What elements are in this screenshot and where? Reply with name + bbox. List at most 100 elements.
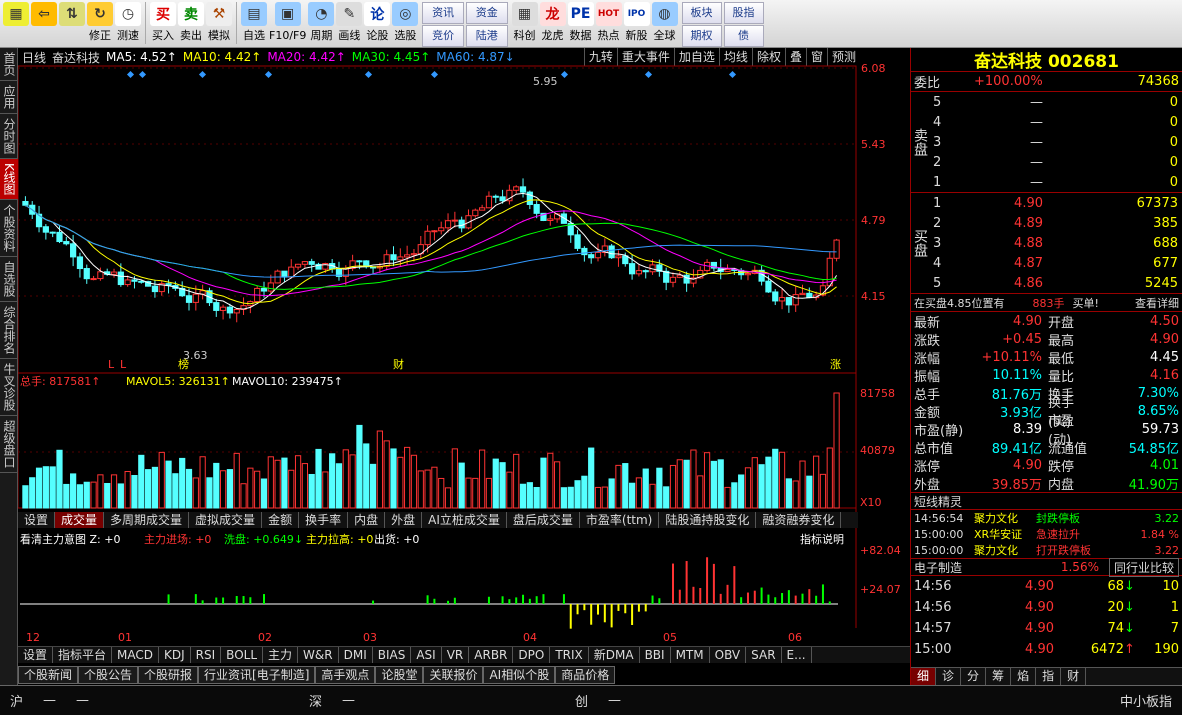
industry-compare-button[interactable]: 同行业比较 bbox=[1108, 557, 1179, 577]
quick2-0[interactable]: 板块 bbox=[681, 2, 722, 24]
cycle-button[interactable]: ◔ 周期 bbox=[308, 2, 335, 43]
revise-button[interactable]: ↻ 修正 bbox=[87, 2, 113, 43]
indicator-tab-18[interactable]: OBV bbox=[710, 647, 747, 663]
quick2-2[interactable]: 期权 bbox=[681, 25, 722, 47]
indicator-tab-11[interactable]: VR bbox=[442, 647, 470, 663]
quick-1[interactable]: 资金 bbox=[465, 2, 508, 24]
indicator-tab-8[interactable]: DMI bbox=[339, 647, 373, 663]
indicator-tab-5[interactable]: BOLL bbox=[221, 647, 264, 663]
order-info: 在买盘4.85位置有 883手 买单! 查看详细 bbox=[911, 294, 1182, 312]
subtab-0[interactable]: 设置 bbox=[18, 512, 56, 528]
data-button[interactable]: PE 数据 bbox=[567, 2, 594, 43]
indicator-tab-4[interactable]: RSI bbox=[191, 647, 222, 663]
subtab-2[interactable]: 多周期成交量 bbox=[104, 512, 190, 528]
hammer-button[interactable]: ⚒ 模拟 bbox=[206, 2, 232, 43]
quick2-1[interactable]: 股指 bbox=[723, 2, 764, 24]
draw-button[interactable]: ✎ 画线 bbox=[336, 2, 363, 43]
indicator-tab-0[interactable]: 设置 bbox=[18, 647, 54, 663]
leftnav-item-6[interactable]: 综合排名 bbox=[0, 302, 18, 359]
quick-3[interactable]: 陆港 bbox=[465, 25, 508, 47]
news-tab-4[interactable]: 高手观点 bbox=[315, 666, 376, 684]
subtab-9[interactable]: 盘后成交量 bbox=[507, 512, 580, 528]
right-tab-2[interactable]: 分 bbox=[961, 668, 987, 685]
forum-button[interactable]: 论论股 bbox=[364, 2, 391, 43]
news-tab-8[interactable]: 商品价格 bbox=[555, 666, 616, 684]
short-row[interactable]: 15:00:00 聚力文化 打开跌停板 3.22 bbox=[911, 542, 1182, 558]
news-tab-2[interactable]: 个股研报 bbox=[138, 666, 199, 684]
buy-button[interactable]: 买买入 bbox=[150, 2, 176, 43]
right-tab-6[interactable]: 财 bbox=[1061, 668, 1087, 685]
right-tab-1[interactable]: 诊 bbox=[936, 668, 962, 685]
leftnav-item-2[interactable]: 分时图 bbox=[0, 114, 18, 159]
news-tab-3[interactable]: 行业资讯[电子制造] bbox=[198, 666, 316, 684]
indicator-tab-9[interactable]: BIAS bbox=[373, 647, 412, 663]
quick-2[interactable]: 竞价 bbox=[422, 25, 464, 47]
indicator-tab-20[interactable]: E... bbox=[782, 647, 812, 663]
status-item-5[interactable]: 创 bbox=[565, 691, 598, 710]
watchlist-button[interactable]: ▤ 自选 bbox=[241, 2, 267, 43]
sell-button[interactable]: 卖卖出 bbox=[178, 2, 204, 43]
news-tab-6[interactable]: 关联报价 bbox=[423, 666, 484, 684]
subtab-3[interactable]: 虚拟成交量 bbox=[189, 512, 263, 528]
leftnav-item-3[interactable]: K线图 bbox=[0, 159, 18, 200]
subtab-4[interactable]: 金额 bbox=[262, 512, 300, 528]
leftnav-item-4[interactable]: 个股资料 bbox=[0, 200, 18, 257]
indicator-tab-7[interactable]: W&R bbox=[298, 647, 339, 663]
news-tab-5[interactable]: 论股堂 bbox=[375, 666, 424, 684]
indicator-tab-2[interactable]: MACD bbox=[112, 647, 160, 663]
quick2-3[interactable]: 债 bbox=[723, 25, 764, 47]
indicator-tab-14[interactable]: TRIX bbox=[550, 647, 589, 663]
indicator-tab-16[interactable]: BBI bbox=[640, 647, 671, 663]
news-tab-7[interactable]: AI相似个股 bbox=[483, 666, 556, 684]
indicator-tab-17[interactable]: MTM bbox=[671, 647, 710, 663]
news-tab-0[interactable]: 个股新闻 bbox=[18, 666, 79, 684]
leftnav-item-7[interactable]: 牛叉诊股 bbox=[0, 359, 18, 416]
subtab-1[interactable]: 成交量 bbox=[55, 512, 105, 528]
hot-button[interactable]: HOT 热点 bbox=[595, 2, 622, 43]
subtab-8[interactable]: AI立桩成交量 bbox=[422, 512, 507, 528]
science-button[interactable]: ▦ 科创 bbox=[511, 2, 538, 43]
short-title-text[interactable]: 短线精灵 bbox=[914, 493, 962, 510]
subtab-10[interactable]: 市盈率(ttm) bbox=[580, 512, 660, 528]
subtab-12[interactable]: 融资融券变化 bbox=[756, 512, 842, 528]
subtab-11[interactable]: 陆股通持股变化 bbox=[659, 512, 757, 528]
status-item-7[interactable]: 中小板指 bbox=[1110, 691, 1182, 710]
right-tab-5[interactable]: 指 bbox=[1036, 668, 1062, 685]
indicator-tab-13[interactable]: DPO bbox=[513, 647, 551, 663]
indicator-tab-1[interactable]: 指标平台 bbox=[53, 647, 113, 663]
back-button[interactable]: ⇦ bbox=[31, 2, 57, 26]
indicator-tab-6[interactable]: 主力 bbox=[263, 647, 299, 663]
f10-button[interactable]: ▣ F10/F9 bbox=[269, 2, 306, 43]
subtab-5[interactable]: 换手率 bbox=[299, 512, 349, 528]
select-stock-button[interactable]: ◎ 选股 bbox=[392, 2, 419, 43]
short-row[interactable]: 14:56:54 聚力文化 封跌停板 3.22 bbox=[911, 510, 1182, 526]
indicator-desc-button[interactable]: 指标说明 bbox=[800, 532, 844, 546]
indicator-tab-3[interactable]: KDJ bbox=[159, 647, 191, 663]
win-button[interactable]: ▦ bbox=[3, 2, 29, 26]
kline-chart[interactable]: 6.085.434.794.155.953.63L L 榜财涨总手: 817581↑… bbox=[18, 48, 910, 685]
right-tab-0[interactable]: 细 bbox=[911, 668, 937, 685]
status-item-0[interactable]: 沪 bbox=[0, 691, 33, 710]
right-tab-4[interactable]: 焰 bbox=[1011, 668, 1037, 685]
indicator-tab-10[interactable]: ASI bbox=[411, 647, 442, 663]
quick-0[interactable]: 资讯 bbox=[422, 2, 464, 24]
leftnav-item-8[interactable]: 超级盘口 bbox=[0, 416, 18, 473]
dragon-button[interactable]: 龙龙虎 bbox=[539, 2, 566, 43]
right-tab-3[interactable]: 筹 bbox=[986, 668, 1012, 685]
globe-button[interactable]: ◍ 全球 bbox=[651, 2, 678, 43]
leftnav-item-1[interactable]: 应用 bbox=[0, 81, 18, 114]
leftnav-item-5[interactable]: 自选股 bbox=[0, 257, 18, 302]
indicator-tab-15[interactable]: 新DMA bbox=[589, 647, 640, 663]
leftnav-item-0[interactable]: 首页 bbox=[0, 48, 18, 81]
indicator-tab-12[interactable]: ARBR bbox=[469, 647, 514, 663]
view-detail-link[interactable]: 查看详细 bbox=[1135, 295, 1179, 311]
new-stock-button[interactable]: IPO 新股 bbox=[623, 2, 650, 43]
subtab-7[interactable]: 外盘 bbox=[385, 512, 423, 528]
short-row[interactable]: 15:00:00 XR华安证 急速拉升 1.84 % bbox=[911, 526, 1182, 542]
clock-button[interactable]: ◷ 测速 bbox=[115, 2, 141, 43]
indicator-tab-19[interactable]: SAR bbox=[746, 647, 782, 663]
status-item-3[interactable]: 深 bbox=[299, 691, 332, 710]
news-tab-1[interactable]: 个股公告 bbox=[78, 666, 139, 684]
up-down-button[interactable]: ⇅ bbox=[59, 2, 85, 26]
subtab-6[interactable]: 内盘 bbox=[348, 512, 386, 528]
